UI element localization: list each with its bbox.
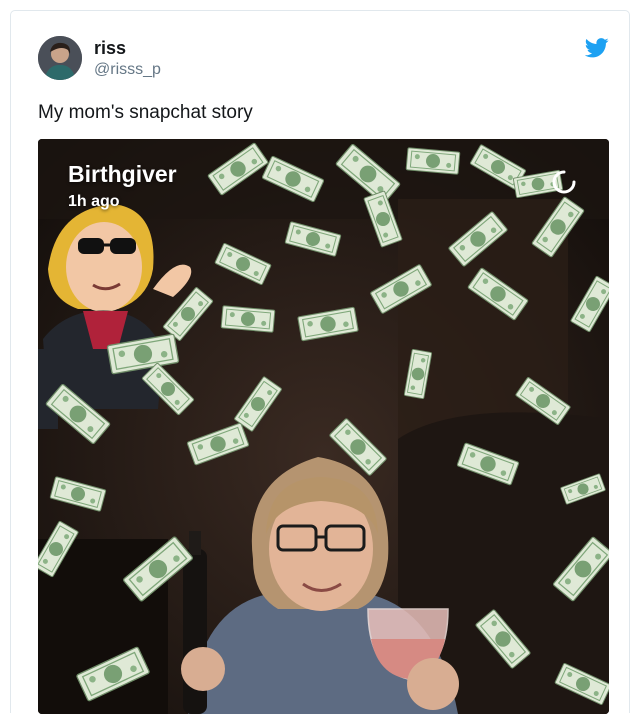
loading-spinner-icon [551,169,577,195]
tweet-media-image[interactable]: Birthgiver 1h ago [38,139,609,714]
snap-story-title: Birthgiver [68,161,177,187]
avatar-image [38,36,82,80]
snapchat-story-photo [38,139,609,714]
snap-timestamp: 1h ago [68,193,120,210]
user-handle[interactable]: @risss_p [94,61,161,79]
tweet-card: riss @risss_p My mom's snapchat story Bi… [10,10,630,714]
display-name[interactable]: riss [94,38,126,59]
tweet-text: My mom's snapchat story [38,102,253,123]
user-avatar[interactable] [38,36,82,80]
twitter-bird-icon[interactable] [584,38,609,58]
